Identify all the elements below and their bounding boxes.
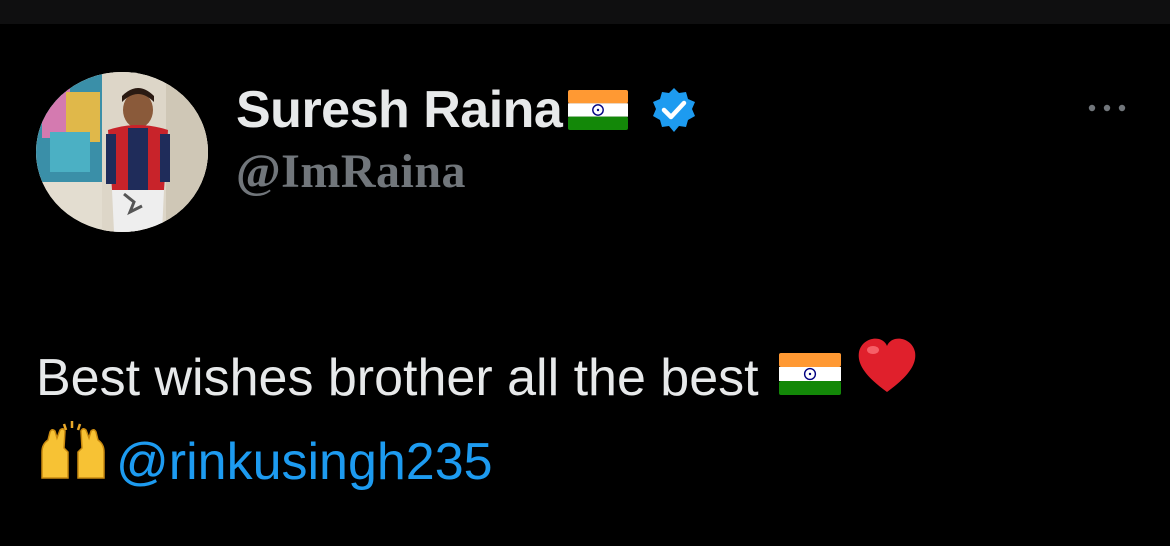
- tweet-text-line-2: @rinkusingh235: [36, 420, 1136, 504]
- display-name[interactable]: Suresh Raina: [236, 80, 563, 140]
- red-heart-icon: [855, 336, 919, 421]
- tweet-text-content: Best wishes brother all the best: [36, 349, 759, 407]
- tweet-header: Suresh Raina @ImRaina: [236, 80, 698, 202]
- raising-hands-icon: [36, 418, 110, 507]
- name-row: Suresh Raina: [236, 80, 698, 140]
- india-flag-icon: [778, 336, 841, 420]
- verified-badge-icon[interactable]: [650, 86, 698, 138]
- tweet-screen: Suresh Raina @ImRaina Best wishes brothe…: [0, 0, 1170, 546]
- more-options-button[interactable]: [1082, 96, 1132, 120]
- top-bar: [0, 0, 1170, 24]
- tweet-text-line-1: Best wishes brother all the best: [36, 336, 1136, 420]
- user-handle[interactable]: @ImRaina: [236, 142, 698, 202]
- ellipsis-icon: [1088, 104, 1126, 112]
- avatar[interactable]: [36, 72, 208, 232]
- india-flag-icon: [568, 90, 629, 134]
- avatar-photo: [36, 72, 208, 232]
- tweet-text: Best wishes brother all the best @rinkus…: [36, 336, 1136, 504]
- mention-link[interactable]: @rinkusingh235: [116, 420, 493, 504]
